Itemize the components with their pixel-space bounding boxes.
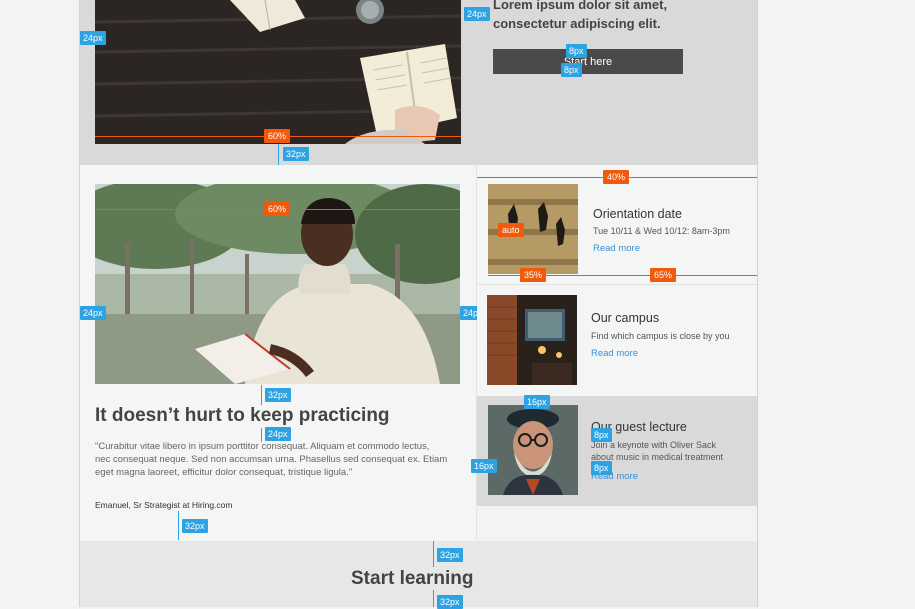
- spacing-guide: [261, 385, 262, 405]
- quote-line2: nec consequat neque. Sed non accumsan ur…: [95, 454, 448, 465]
- spacing-tag: 32px: [182, 519, 208, 533]
- article-author: Emanuel, Sr Strategist at Hiring.com: [95, 500, 233, 510]
- card-lecture-subtitle: Join a keynote with Oliver Sack about mu…: [591, 439, 723, 463]
- spacing-tag: 24px: [464, 7, 490, 21]
- article-quote: "Curabitur vitae libero in ipsum porttit…: [95, 440, 465, 479]
- spacing-tag: 8px: [566, 44, 587, 58]
- width-tag: 35%: [520, 268, 547, 282]
- width-tag: 65%: [650, 268, 677, 282]
- card-lecture-image: [488, 405, 578, 495]
- hero-image: [95, 0, 461, 144]
- spacing-tag: 24px: [80, 306, 106, 320]
- spacing-tag: 32px: [265, 388, 291, 402]
- spacing-tag: 8px: [591, 428, 612, 442]
- width-tag: 60%: [264, 129, 291, 143]
- spacing-tag: 24px: [80, 31, 106, 45]
- card-campus-title: Our campus: [591, 311, 660, 325]
- card-orientation-subtitle: Tue 10/11 & Wed 10/12: 8am-3pm: [593, 226, 730, 236]
- card-orientation-read-more[interactable]: Read more: [593, 243, 640, 254]
- width-tag: 60%: [264, 202, 291, 216]
- hero-heading-line2: consectetur adipiscing elit.: [493, 16, 661, 31]
- spacing-tag: 8px: [561, 63, 582, 77]
- card-orientation-title: Orientation date: [593, 207, 682, 221]
- card-campus-image: [487, 295, 577, 385]
- spacing-tag: 32px: [437, 548, 463, 562]
- page-right-border: [757, 0, 758, 607]
- spacing-tag: 24px: [265, 427, 291, 441]
- card-campus-read-more[interactable]: Read more: [591, 348, 638, 359]
- spacing-tag: 8px: [591, 461, 612, 475]
- width-tag: 40%: [603, 170, 630, 184]
- footer-title: Start learning: [351, 568, 474, 589]
- quote-line3: eget magna laoreet, efficitur dolor cons…: [95, 467, 353, 478]
- spacing-tag: 16px: [524, 395, 550, 409]
- spacing-tag: 32px: [283, 147, 309, 161]
- spacing-guide: [433, 590, 434, 607]
- spacing-guide: [433, 541, 434, 567]
- spacing-guide: [178, 511, 179, 540]
- card-campus-subtitle: Find which campus is close by you: [591, 331, 730, 341]
- hero-heading: Lorem ipsum dolor sit amet, consectetur …: [493, 0, 667, 33]
- article-title: It doesn’t hurt to keep practicing: [95, 405, 390, 426]
- start-here-button[interactable]: Start here: [493, 49, 683, 74]
- quote-line1: "Curabitur vitae libero in ipsum porttit…: [95, 441, 430, 452]
- height-tag: auto: [498, 223, 524, 237]
- hero-heading-line1: Lorem ipsum dolor sit amet,: [493, 0, 668, 12]
- spacing-tag: 16px: [471, 459, 497, 473]
